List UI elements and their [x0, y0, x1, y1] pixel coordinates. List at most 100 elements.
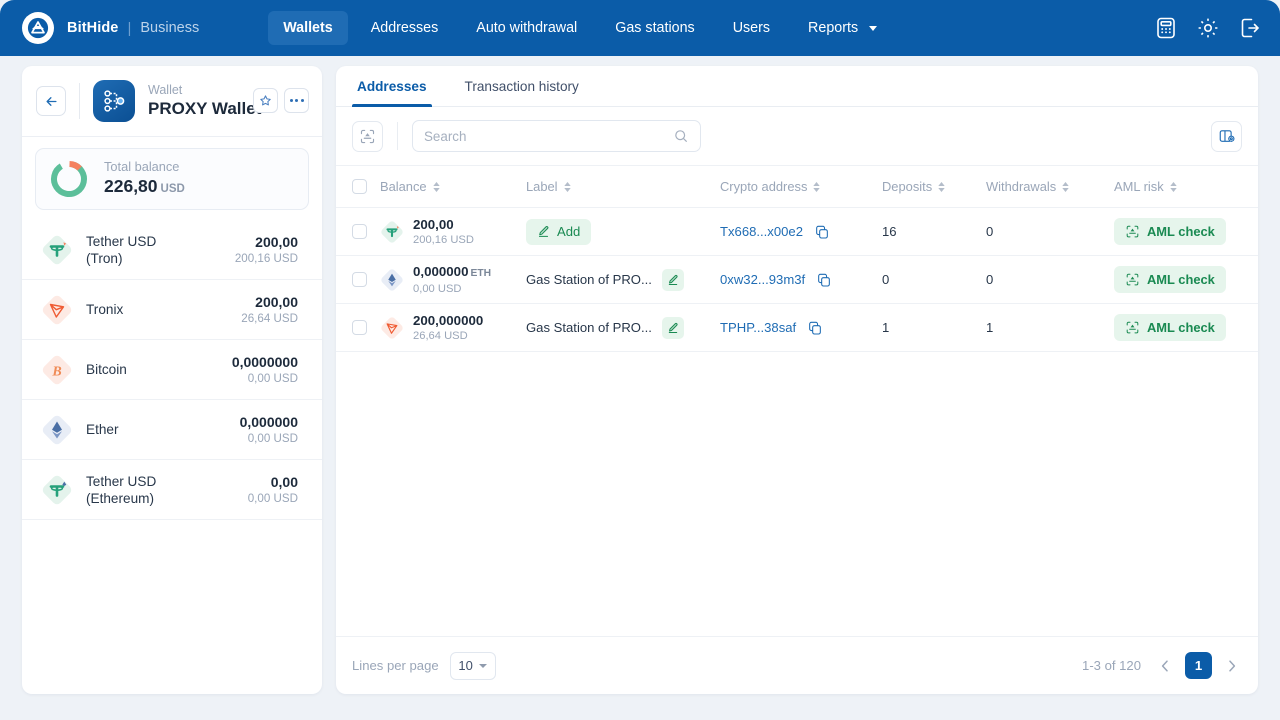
- nav-item-gas-stations[interactable]: Gas stations: [600, 11, 709, 45]
- list-item[interactable]: Tether USD (Tron) 200,00 200,16 USD: [22, 220, 322, 280]
- coin-name-line2: (Tron): [86, 250, 123, 266]
- coin-name-line1: Ether: [86, 422, 119, 437]
- address-scan-button[interactable]: [352, 120, 383, 152]
- column-label: Withdrawals: [986, 179, 1057, 194]
- table-row[interactable]: 0,000000 ETH 0,00 USD Gas Station of PRO.…: [336, 256, 1258, 304]
- svg-text:B: B: [51, 364, 61, 379]
- aml-check-button[interactable]: AML check: [1114, 314, 1226, 341]
- nav-label: Users: [732, 20, 771, 36]
- copy-icon[interactable]: [814, 224, 830, 240]
- sort-deposits-icon[interactable]: [938, 181, 945, 192]
- coin-name-line2: (Ethereum): [86, 490, 154, 506]
- search-box[interactable]: [412, 120, 701, 152]
- bithide-logo-icon: [22, 12, 54, 44]
- back-button[interactable]: [36, 86, 66, 116]
- next-page-button[interactable]: [1222, 653, 1242, 679]
- crypto-address-link[interactable]: Tx668...x00e2: [720, 224, 803, 239]
- coin-name: Bitcoin: [86, 361, 232, 378]
- column-settings-button[interactable]: [1211, 120, 1242, 152]
- nav-label: Wallets: [283, 20, 333, 36]
- coin-name: Tether USD (Ethereum): [86, 473, 248, 507]
- nav-item-reports[interactable]: Reports: [793, 11, 892, 45]
- coin-amount-value: 0,0000000: [231, 354, 298, 370]
- favorite-button[interactable]: [253, 88, 278, 113]
- aml-scan-icon: [1126, 273, 1139, 286]
- sort-aml-risk-icon[interactable]: [1169, 181, 1177, 192]
- balance-donut-chart: [51, 161, 87, 197]
- wallet-header-actions: [253, 88, 309, 113]
- list-item[interactable]: Ether 0,000000 0,00 USD: [22, 400, 322, 460]
- select-all-checkbox[interactable]: [352, 179, 367, 194]
- tab-addresses[interactable]: Addresses: [352, 66, 432, 107]
- table-row[interactable]: 200,000000 26,64 USD Gas Station of PRO.…: [336, 304, 1258, 352]
- crypto-address-link[interactable]: TPHP...38saf: [720, 320, 796, 335]
- row-checkbox[interactable]: [352, 224, 367, 239]
- list-item[interactable]: Tronix 200,00 26,64 USD: [22, 280, 322, 340]
- copy-icon[interactable]: [807, 320, 823, 336]
- edit-label-button[interactable]: [661, 268, 684, 291]
- lines-per-page-select[interactable]: 10: [449, 651, 496, 680]
- gear-icon[interactable]: [1196, 16, 1220, 40]
- coin-amount: 0,00 0,00 USD: [248, 473, 298, 506]
- aml-check-button[interactable]: AML check: [1114, 218, 1226, 245]
- tab-transaction-history[interactable]: Transaction history: [460, 66, 584, 106]
- row-amount-usd: 200,16 USD: [413, 233, 474, 246]
- page-number-1[interactable]: 1: [1185, 652, 1212, 679]
- edit-label-button[interactable]: [661, 316, 684, 339]
- ethereum-icon: [42, 415, 72, 444]
- sort-withdrawals-icon[interactable]: [1062, 181, 1069, 192]
- cell-balance: 0,000000 ETH 0,00 USD: [380, 256, 526, 304]
- nav-item-wallets[interactable]: Wallets: [268, 11, 348, 45]
- row-amount: 0,000000: [413, 263, 469, 279]
- aml-check-button[interactable]: AML check: [1114, 266, 1226, 293]
- column-aml-risk[interactable]: AML risk: [1114, 166, 1258, 208]
- column-withdrawals[interactable]: Withdrawals: [986, 166, 1114, 208]
- list-item[interactable]: Tether USD (Ethereum) 0,00 0,00 USD: [22, 460, 322, 520]
- search-icon[interactable]: [673, 128, 689, 144]
- table-row[interactable]: 200,00 200,16 USD Add Tx668...x00e2 16 0…: [336, 208, 1258, 256]
- row-amount-usd: 0,00 USD: [413, 282, 462, 295]
- column-deposits[interactable]: Deposits: [882, 166, 986, 208]
- nav-item-users[interactable]: Users: [718, 11, 785, 45]
- app-root: BitHide | Business Wallets Addresses Aut…: [0, 0, 1280, 720]
- search-input[interactable]: [424, 128, 673, 144]
- coin-amount-usd: 0,00 USD: [247, 432, 298, 445]
- cell-aml-risk: AML check: [1114, 208, 1258, 256]
- sort-label-icon[interactable]: [563, 181, 571, 192]
- row-checkbox[interactable]: [352, 320, 367, 335]
- crypto-address-link[interactable]: 0xw32...93m3f: [720, 272, 805, 287]
- more-options-button[interactable]: [284, 88, 309, 113]
- cell-crypto-address: Tx668...x00e2: [720, 208, 882, 256]
- cell-deposits: 1: [882, 320, 890, 335]
- prev-page-button[interactable]: [1155, 653, 1175, 679]
- row-checkbox[interactable]: [352, 272, 367, 287]
- column-label: AML risk: [1114, 179, 1164, 194]
- copy-icon[interactable]: [816, 272, 832, 288]
- sort-crypto-address-icon[interactable]: [813, 181, 821, 192]
- coin-amount-value: 200,00: [255, 294, 298, 310]
- column-crypto-address[interactable]: Crypto address: [720, 166, 882, 208]
- divider: [397, 122, 398, 150]
- table-toolbar: [336, 107, 1258, 165]
- wallet-text: Wallet PROXY Wallet: [148, 83, 261, 119]
- column-label: Label: [526, 179, 558, 194]
- aml-scan-icon: [1126, 321, 1139, 334]
- nav-item-auto-withdrawal[interactable]: Auto withdrawal: [461, 11, 592, 45]
- add-label-button[interactable]: Add: [526, 218, 592, 245]
- nav-item-addresses[interactable]: Addresses: [356, 11, 454, 45]
- list-item[interactable]: B Bitcoin 0,0000000 0,00 USD: [22, 340, 322, 400]
- proxy-wallet-icon: [93, 80, 135, 122]
- brand-name: BitHide: [67, 20, 119, 36]
- logout-icon[interactable]: [1238, 16, 1262, 40]
- select-all-cell: [336, 166, 380, 208]
- column-balance[interactable]: Balance: [380, 166, 526, 208]
- chevron-down-icon: [478, 663, 487, 668]
- table-footer: Lines per page 10 1-3 of 120 1: [336, 636, 1258, 694]
- cell-crypto-address: 0xw32...93m3f: [720, 256, 882, 304]
- column-label[interactable]: Label: [526, 166, 720, 208]
- coin-amount-value: 0,000000: [239, 414, 298, 430]
- sort-balance-icon[interactable]: [432, 181, 440, 192]
- nav-items: Wallets Addresses Auto withdrawal Gas st…: [268, 11, 900, 45]
- brand-divider: |: [127, 19, 132, 37]
- calculator-icon[interactable]: [1154, 16, 1178, 40]
